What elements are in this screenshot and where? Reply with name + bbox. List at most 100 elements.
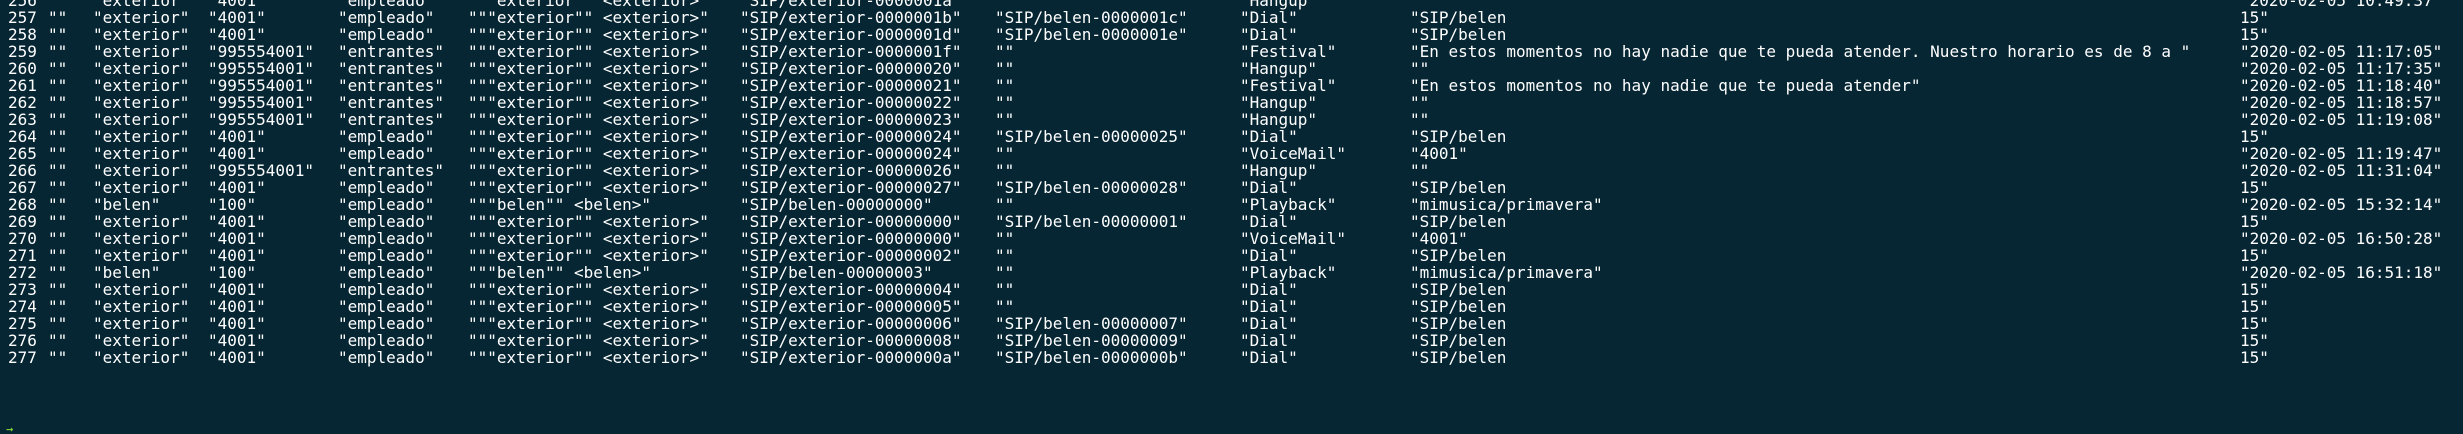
cell-dest-channel: "" xyxy=(995,93,1015,112)
cell-dest-channel: "SIP/belen-00000009" xyxy=(995,331,1188,350)
cell-application: "Dial" xyxy=(1240,25,1298,44)
cell-caller-name: "exterior" xyxy=(93,212,190,231)
cell-timestamp: 15" xyxy=(2240,25,2269,44)
cell-empty-field: "" xyxy=(48,42,68,61)
cell-caller-name: "exterior" xyxy=(93,25,190,44)
cell-app-data: "SIP/belen xyxy=(1410,25,1507,44)
cell-line-number: 272 xyxy=(8,263,37,282)
cell-timestamp: "2020-02-05 11:17:35" xyxy=(2240,59,2443,78)
cell-caller-name: "exterior" xyxy=(93,93,190,112)
cell-line-number: 277 xyxy=(8,348,37,367)
cell-timestamp: 15" xyxy=(2240,178,2269,197)
cell-line-number: 262 xyxy=(8,93,37,112)
cell-caller-id: """exterior"" <exterior>" xyxy=(468,127,709,146)
terminal-line: 274 "" "exterior" "4001" "empleado" """exteri… xyxy=(0,298,2463,315)
cell-application: "Dial" xyxy=(1240,127,1298,146)
cell-application: "Hangup" xyxy=(1240,161,1318,180)
cell-empty-field: "" xyxy=(48,348,68,367)
cell-empty-field: "" xyxy=(48,212,68,231)
terminal-line: 259 "" "exterior" "995554001" "entrantes" """… xyxy=(0,43,2463,60)
cell-app-data: "" xyxy=(1410,93,1430,112)
cell-context: "empleado" xyxy=(338,212,435,231)
cell-line-number: 264 xyxy=(8,127,37,146)
cell-channel: "SIP/exterior-0000000a" xyxy=(740,348,962,367)
terminal-line: 260 "" "exterior" "995554001" "entrantes" """… xyxy=(0,60,2463,77)
cell-dest-channel: "" xyxy=(995,110,1015,129)
cell-line-number: 276 xyxy=(8,331,37,350)
cell-application: "Dial" xyxy=(1240,212,1298,231)
terminal-window[interactable]: 256 "" "exterior" "4001" "empleado" """exteri… xyxy=(0,0,2463,434)
cell-channel: "SIP/belen-00000003" xyxy=(740,263,933,282)
cell-line-number: 257 xyxy=(8,8,37,27)
terminal-line: 263 "" "exterior" "995554001" "entrantes" """… xyxy=(0,111,2463,128)
cell-app-data: "En estos momentos no hay nadie que te p… xyxy=(1410,42,2191,61)
cell-caller-name: "belen" xyxy=(93,263,161,282)
cell-caller-name: "exterior" xyxy=(93,178,190,197)
cell-application: "Playback" xyxy=(1240,263,1337,282)
terminal-line: 262 "" "exterior" "995554001" "entrantes" """… xyxy=(0,94,2463,111)
cell-timestamp: "2020-02-05 16:51:18" xyxy=(2240,263,2443,282)
cell-channel: "SIP/belen-00000000" xyxy=(740,195,933,214)
cell-caller-id: """exterior"" <exterior>" xyxy=(468,110,709,129)
cell-context: "entrantes" xyxy=(338,76,444,95)
cell-caller-name: "exterior" xyxy=(93,348,190,367)
cell-application: "Dial" xyxy=(1240,331,1298,350)
terminal-line: 269 "" "exterior" "4001" "empleado" """exteri… xyxy=(0,213,2463,230)
cell-caller-id: """belen"" <belen>" xyxy=(468,263,652,282)
cell-timestamp: "2020-02-05 11:19:47" xyxy=(2240,144,2443,163)
cell-timestamp: 15" xyxy=(2240,212,2269,231)
cell-timestamp: 15" xyxy=(2240,348,2269,367)
cell-application: "Festival" xyxy=(1240,76,1337,95)
cell-timestamp: 15" xyxy=(2240,297,2269,316)
cell-caller-name: "exterior" xyxy=(93,76,190,95)
cell-line-number: 258 xyxy=(8,25,37,44)
cell-caller-name: "exterior" xyxy=(93,127,190,146)
cell-app-data: "" xyxy=(1410,110,1430,129)
cell-app-data: "En estos momentos no hay nadie que te p… xyxy=(1410,76,1921,95)
cell-dest-channel: "SIP/belen-0000001e" xyxy=(995,25,1188,44)
terminal-line: 270 "" "exterior" "4001" "empleado" """exteri… xyxy=(0,230,2463,247)
cell-caller-id: """exterior"" <exterior>" xyxy=(468,348,709,367)
terminal-line: 267 "" "exterior" "4001" "empleado" """exteri… xyxy=(0,179,2463,196)
cell-extension: "4001" xyxy=(208,297,266,316)
cell-context: "empleado" xyxy=(338,195,435,214)
cell-timestamp: 15" xyxy=(2240,280,2269,299)
cell-context: "entrantes" xyxy=(338,161,444,180)
cell-line-number: 266 xyxy=(8,161,37,180)
cell-line-number: 274 xyxy=(8,297,37,316)
cell-application: "Hangup" xyxy=(1240,93,1318,112)
cell-application: "VoiceMail" xyxy=(1240,144,1346,163)
terminal-line: 276 "" "exterior" "4001" "empleado" """exteri… xyxy=(0,332,2463,349)
cell-timestamp: 15" xyxy=(2240,127,2269,146)
cell-line-number: 275 xyxy=(8,314,37,333)
cell-dest-channel: "" xyxy=(995,76,1015,95)
cell-line-number: 270 xyxy=(8,229,37,248)
cell-dest-channel: "" xyxy=(995,59,1015,78)
cell-context: "empleado" xyxy=(338,263,435,282)
prompt-line[interactable]: → xyxy=(0,424,2463,434)
terminal-line: 266 "" "exterior" "995554001" "entrantes" """… xyxy=(0,162,2463,179)
cell-context: "entrantes" xyxy=(338,42,444,61)
cell-application: "Dial" xyxy=(1240,348,1298,367)
cell-application: "Dial" xyxy=(1240,314,1298,333)
cell-extension: "100" xyxy=(208,195,257,214)
cell-channel: "SIP/exterior-00000006" xyxy=(740,314,962,333)
cell-app-data: "" xyxy=(1410,161,1430,180)
cell-dest-channel: "SIP/belen-00000025" xyxy=(995,127,1188,146)
cell-dest-channel: "" xyxy=(995,280,1015,299)
cell-caller-id: """exterior"" <exterior>" xyxy=(468,229,709,248)
cell-application: "Festival" xyxy=(1240,42,1337,61)
terminal-line: 277 "" "exterior" "4001" "empleado" """exteri… xyxy=(0,349,2463,366)
cell-extension: "4001" xyxy=(208,331,266,350)
cell-extension: "4001" xyxy=(208,25,266,44)
cell-caller-id: """exterior"" <exterior>" xyxy=(468,246,709,265)
cell-empty-field: "" xyxy=(48,59,68,78)
cell-context: "empleado" xyxy=(338,144,435,163)
cell-channel: "SIP/exterior-00000020" xyxy=(740,59,962,78)
cell-empty-field: "" xyxy=(48,25,68,44)
cell-caller-name: "exterior" xyxy=(93,331,190,350)
cell-dest-channel: "SIP/belen-00000007" xyxy=(995,314,1188,333)
cell-caller-name: "exterior" xyxy=(93,280,190,299)
cell-empty-field: "" xyxy=(48,331,68,350)
cell-empty-field: "" xyxy=(48,110,68,129)
